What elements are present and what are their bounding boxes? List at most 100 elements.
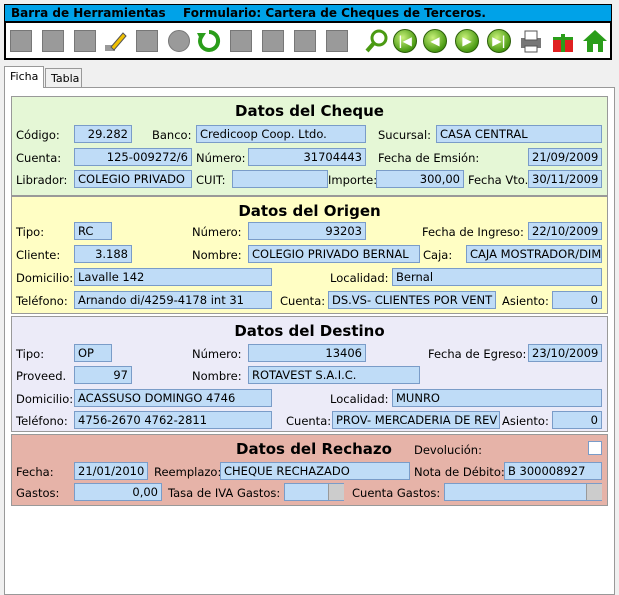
cuenta-gastos-label: Cuenta Gastos: — [352, 486, 441, 500]
list-button[interactable] — [260, 28, 286, 54]
cuenta-gastos-select[interactable] — [444, 483, 602, 501]
destino-cuenta-label: Cuenta: — [286, 414, 332, 428]
copy-button[interactable] — [134, 28, 160, 54]
origen-tipo-field[interactable]: RC — [74, 222, 112, 240]
list-icon — [262, 30, 284, 52]
last-icon: ▶| — [487, 29, 511, 53]
destino-nombre-label: Nombre: — [192, 369, 242, 383]
grid-button[interactable] — [292, 28, 318, 54]
cuenta-gastos-dropdown-icon[interactable] — [586, 484, 602, 500]
codigo-field[interactable]: 29.282 — [74, 125, 132, 143]
print-button[interactable] — [518, 28, 544, 54]
destino-asiento-label: Asiento: — [502, 414, 549, 428]
banco-field[interactable]: Credicoop Coop. Ltdo. — [196, 125, 366, 143]
sucursal-label: Sucursal: — [378, 128, 432, 142]
save-as-icon — [74, 30, 96, 52]
rechazo-fecha-label: Fecha: — [16, 465, 54, 479]
emision-label: Fecha de Emsión: — [378, 151, 480, 165]
copy-icon — [136, 30, 158, 52]
origen-cuenta-field[interactable]: DS.VS- CLIENTES POR VENT — [328, 291, 496, 309]
origen-domicilio-field[interactable]: Lavalle 142 — [74, 268, 272, 286]
nota-debito-label: Nota de Débito: — [414, 465, 505, 479]
table-button[interactable] — [324, 28, 350, 54]
destino-localidad-field[interactable]: MUNRO — [392, 389, 602, 407]
destino-numero-label: Número: — [192, 347, 242, 361]
cliente-field[interactable]: 3.188 — [74, 245, 132, 263]
destino-tipo-field[interactable]: OP — [74, 344, 112, 362]
next-record-button[interactable]: ▶ — [454, 28, 480, 54]
origen-section-title: Datos del Origen — [238, 202, 381, 220]
destino-telefono-field[interactable]: 4756-2670 4762-2811 — [74, 411, 272, 429]
gift-icon — [553, 34, 573, 52]
caja-label: Caja: — [423, 248, 453, 262]
origen-domicilio-label: Domicilio: — [16, 271, 74, 285]
sucursal-field[interactable]: CASA CENTRAL — [436, 125, 602, 143]
refresh-button[interactable] — [196, 28, 222, 54]
film-icon — [230, 30, 252, 52]
film-button[interactable] — [228, 28, 254, 54]
form-panel: Datos del Cheque Código: 29.282 Banco: C… — [4, 87, 615, 595]
search-button[interactable] — [364, 28, 390, 54]
destino-section: Datos del Destino Tipo: OP Número: 13406… — [11, 316, 608, 432]
title-bar: Barra de Herramientas Formulario: Carter… — [4, 4, 612, 22]
origen-asiento-field[interactable]: 0 — [552, 291, 602, 309]
emision-field[interactable]: 21/09/2009 — [528, 148, 602, 166]
devolucion-checkbox[interactable] — [588, 441, 602, 455]
gastos-label: Gastos: — [16, 486, 60, 500]
origen-nombre-field[interactable]: COLEGIO PRIVADO BERNAL — [248, 245, 420, 263]
cuenta-field[interactable]: 125-009272/6 — [74, 148, 192, 166]
save-button[interactable] — [40, 28, 66, 54]
egreso-field[interactable]: 23/10/2009 — [528, 344, 602, 362]
edit-button[interactable] — [102, 28, 128, 54]
destino-asiento-field[interactable]: 0 — [552, 411, 602, 429]
numero-field[interactable]: 31704443 — [248, 148, 366, 166]
next-icon: ▶ — [455, 29, 479, 53]
caja-field[interactable]: CAJA MOSTRADOR/DIM — [466, 245, 602, 263]
tab-tabla[interactable]: Tabla — [45, 68, 82, 88]
reemplazo-field[interactable]: CHEQUE RECHAZADO — [220, 462, 410, 480]
destino-domicilio-field[interactable]: ACASSUSO DOMINGO 4746 — [74, 389, 272, 407]
origen-telefono-field[interactable]: Arnando di/4259-4178 int 31 — [74, 291, 272, 309]
rechazo-section: Datos del Rechazo Devolución: Fecha: 21/… — [11, 434, 608, 506]
undo-icon — [168, 30, 190, 52]
proveed-field[interactable]: 97 — [74, 366, 132, 384]
origen-numero-field[interactable]: 93203 — [248, 222, 366, 240]
destino-numero-field[interactable]: 13406 — [248, 344, 366, 362]
print-icon — [521, 30, 541, 53]
importe-field[interactable]: 300,00 — [376, 170, 464, 188]
new-button[interactable] — [8, 28, 34, 54]
new-icon — [10, 30, 32, 52]
destino-cuenta-field[interactable]: PROV- MERCADERIA DE REV — [332, 411, 500, 429]
origen-telefono-label: Teléfono: — [16, 294, 68, 308]
toolbar-title: Barra de Herramientas — [11, 6, 166, 20]
gift-button[interactable] — [550, 28, 576, 54]
undo-button[interactable] — [166, 28, 192, 54]
first-record-button[interactable]: |◀ — [392, 28, 418, 54]
numero-label: Número: — [196, 151, 246, 165]
destino-nombre-field[interactable]: ROTAVEST S.A.I.C. — [248, 366, 420, 384]
prev-icon: ◀ — [423, 29, 447, 53]
librador-label: Librador: — [16, 173, 68, 187]
origen-localidad-field[interactable]: Bernal — [392, 268, 602, 286]
save-icon — [42, 30, 64, 52]
librador-field[interactable]: COLEGIO PRIVADO — [74, 170, 192, 188]
edit-icon — [105, 32, 127, 51]
ingreso-field[interactable]: 22/10/2009 — [528, 222, 602, 240]
vto-field[interactable]: 30/11/2009 — [528, 170, 602, 188]
gastos-field[interactable]: 0,00 — [74, 483, 162, 501]
tab-ficha[interactable]: Ficha — [4, 66, 45, 88]
ingreso-label: Fecha de Ingreso: — [422, 225, 524, 239]
last-record-button[interactable]: ▶| — [486, 28, 512, 54]
form-title: Formulario: Cartera de Cheques de Tercer… — [183, 6, 486, 20]
iva-gastos-dropdown-icon[interactable] — [328, 484, 344, 500]
origen-localidad-label: Localidad: — [330, 271, 389, 285]
origen-nombre-label: Nombre: — [192, 248, 242, 262]
proveed-label: Proveed. — [16, 369, 67, 383]
iva-gastos-label: Tasa de IVA Gastos: — [168, 486, 281, 500]
prev-record-button[interactable]: ◀ — [422, 28, 448, 54]
home-button[interactable] — [582, 28, 608, 54]
rechazo-fecha-field[interactable]: 21/01/2010 — [74, 462, 148, 480]
save-as-button[interactable] — [72, 28, 98, 54]
cuit-field[interactable] — [232, 170, 328, 188]
nota-debito-field[interactable]: B 300008927 — [504, 462, 602, 480]
